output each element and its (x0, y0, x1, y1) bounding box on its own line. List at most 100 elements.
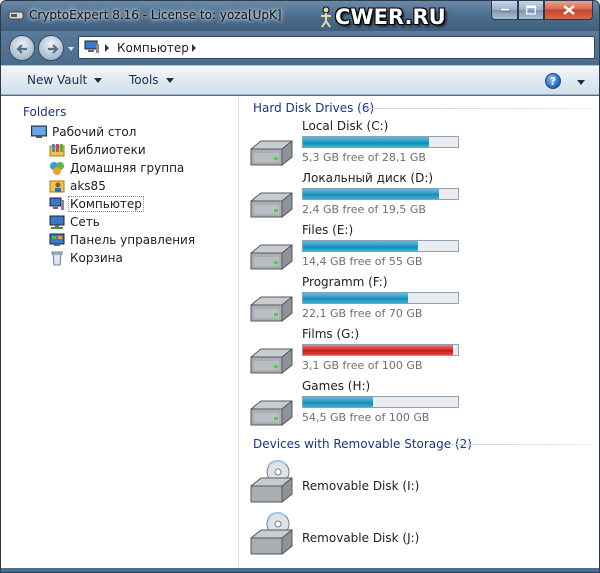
drive-item[interactable]: Локальный диск (D:) 2,4 GB free of 19,5 G… (240, 171, 599, 223)
hard-drive-icon (248, 187, 296, 221)
maximize-icon (526, 5, 536, 15)
tree-item-label: aks85 (70, 179, 106, 193)
computer-icon (49, 197, 64, 210)
removable-group-divider (450, 444, 592, 445)
drive-usage-fill (303, 397, 373, 407)
new-vault-menu-button[interactable]: New Vault (27, 73, 103, 87)
tree-item-homegroup[interactable]: Домашняя группа (49, 159, 184, 177)
hard-drive-icon (248, 239, 296, 273)
removable-disk-icon (248, 511, 296, 558)
tree-item-label: Сеть (70, 215, 100, 229)
tree-item-label: Панель управления (70, 233, 196, 247)
tree-item-label: Компьютер (68, 196, 144, 212)
drive-free-space: 2,4 GB free of 19,5 GB (302, 203, 426, 216)
arrow-left-icon (16, 44, 27, 54)
tools-menu-button[interactable]: Tools (129, 73, 174, 87)
drive-name: Local Disk (C:) (302, 119, 389, 133)
removable-group-header[interactable]: Devices with Removable Storage (2) (253, 437, 472, 451)
drive-name: Files (E:) (302, 223, 354, 237)
drive-name: Films (G:) (302, 327, 360, 341)
new-vault-label: New Vault (27, 73, 88, 87)
drive-name: Локальный диск (D:) (302, 171, 434, 185)
hdd-group-header[interactable]: Hard Disk Drives (6) (253, 101, 374, 115)
homegroup-icon (50, 162, 64, 175)
breadcrumb-chevron-right-icon[interactable] (104, 44, 110, 52)
removable-drive-item[interactable]: Removable Disk (J:) (240, 510, 599, 560)
title-bar[interactable]: CryptoExpert 8.16 - License to: yoza[UpK… (1, 1, 599, 31)
user-folder-icon (49, 180, 65, 193)
network-icon (49, 215, 65, 229)
recycle-bin-icon (51, 251, 63, 266)
app-window: CryptoExpert 8.16 - License to: yoza[UpK… (0, 0, 600, 573)
hard-drive-icon (248, 135, 296, 169)
address-bar[interactable]: Компьютер (78, 36, 595, 59)
watermark-logo: CWER.RU (317, 4, 446, 30)
drive-name: Programm (F:) (302, 275, 388, 289)
chevron-down-icon (94, 78, 103, 83)
help-button[interactable]: ? (545, 73, 561, 89)
drive-item[interactable]: Files (E:) 14,4 GB free of 55 GB (240, 223, 599, 275)
tree-item-label: Библиотеки (70, 143, 146, 157)
drive-usage-fill (303, 189, 439, 199)
drive-free-space: 22,1 GB free of 70 GB (302, 307, 423, 320)
help-chevron-down-icon[interactable] (577, 80, 585, 85)
address-location[interactable]: Компьютер (117, 41, 189, 55)
folders-pane: Folders Рабочий стол Библиотеки Домашняя… (1, 96, 239, 568)
tree-item-recycle-bin[interactable]: Корзина (49, 249, 123, 267)
back-button[interactable] (9, 35, 35, 61)
drive-usage-bar (302, 240, 459, 252)
drive-free-space: 14,4 GB free of 55 GB (302, 255, 423, 268)
navigation-bar: Компьютер (1, 31, 599, 65)
arrow-right-icon (48, 44, 59, 54)
drive-usage-bar (302, 136, 459, 148)
close-button[interactable] (544, 1, 593, 20)
control-panel-icon (49, 233, 65, 246)
drive-free-space: 54,5 GB free of 100 GB (302, 411, 430, 424)
computer-icon (84, 40, 99, 53)
removable-drive-item[interactable]: Removable Disk (I:) (240, 458, 599, 508)
drive-free-space: 5,3 GB free of 28,1 GB (302, 151, 426, 164)
forward-button[interactable] (38, 35, 64, 61)
tree-item-desktop[interactable]: Рабочий стол (31, 123, 136, 141)
tree-item-user-folder[interactable]: aks85 (49, 177, 106, 195)
maximize-button[interactable] (518, 1, 544, 20)
tree-item-label: Рабочий стол (52, 125, 137, 139)
drive-item[interactable]: Films (G:) 3,1 GB free of 100 GB (240, 327, 599, 379)
tools-label: Tools (129, 73, 159, 87)
folders-title: Folders (23, 105, 67, 119)
drive-item[interactable]: Games (H:) 54,5 GB free of 100 GB (240, 379, 599, 431)
drive-usage-fill (303, 293, 408, 303)
drive-usage-bar (302, 292, 459, 304)
drive-usage-bar (302, 344, 459, 356)
tree-item-libraries[interactable]: Библиотеки (49, 141, 146, 159)
removable-drive-name: Removable Disk (J:) (302, 531, 420, 545)
drive-usage-fill (303, 137, 429, 147)
removable-disk-icon (248, 459, 296, 506)
close-icon (562, 5, 575, 15)
drive-usage-fill (303, 345, 453, 355)
hard-drive-icon (248, 395, 296, 429)
drive-item[interactable]: Local Disk (C:) 5,3 GB free of 28,1 GB (240, 119, 599, 171)
watermark-figure-icon (321, 6, 331, 28)
minimize-button[interactable] (491, 1, 518, 20)
drive-usage-fill (303, 241, 418, 251)
tree-item-network[interactable]: Сеть (49, 213, 100, 231)
tree-item-label: Домашняя группа (70, 161, 185, 175)
drives-pane: Hard Disk Drives (6) Local Disk (C:) 5,3 … (240, 96, 599, 568)
tree-item-control-panel[interactable]: Панель управления (49, 231, 195, 249)
drive-usage-bar (302, 396, 459, 408)
chevron-down-icon (165, 78, 174, 83)
breadcrumb-chevron-right-icon[interactable] (191, 44, 197, 52)
drive-usage-bar (302, 188, 459, 200)
tree-item-computer[interactable]: Компьютер (49, 195, 144, 213)
hard-drive-icon (248, 291, 296, 325)
libraries-icon (49, 144, 65, 157)
removable-drive-name: Removable Disk (I:) (302, 479, 420, 493)
watermark-text: CWER.RU (335, 5, 446, 29)
hdd-group-divider (364, 108, 592, 109)
recent-pages-chevron-down-icon[interactable] (67, 45, 75, 53)
desktop-icon (31, 125, 47, 138)
app-key-icon (8, 9, 24, 21)
window-title: CryptoExpert 8.16 - License to: yoza[UpK… (29, 8, 282, 22)
drive-item[interactable]: Programm (F:) 22,1 GB free of 70 GB (240, 275, 599, 327)
